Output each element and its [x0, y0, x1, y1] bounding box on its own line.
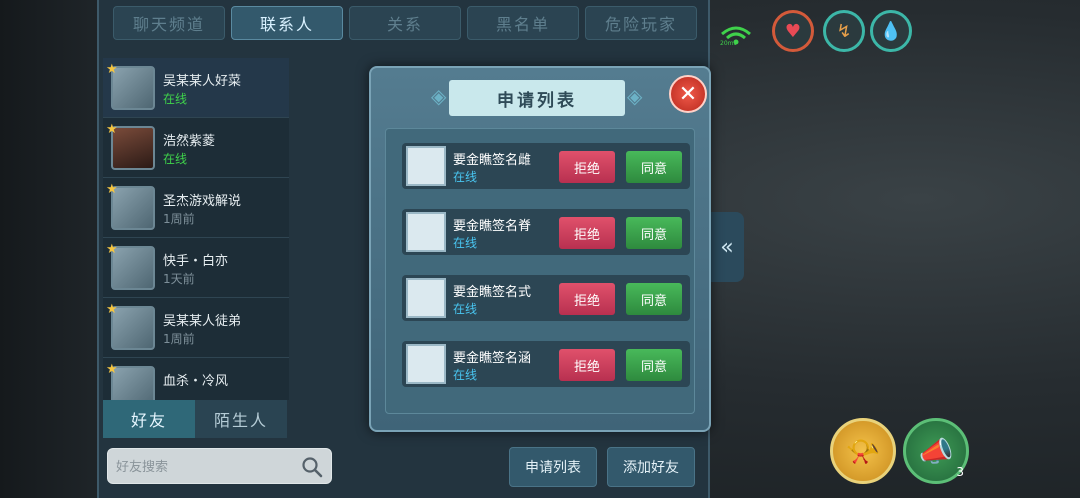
friend-status: 1天前 — [163, 272, 195, 286]
top-tab-bar: 聊天频道 联系人 关系 黑名单 危险玩家 — [113, 6, 697, 40]
request-row: 要金瞧签名雌 在线 拒绝 同意 — [402, 143, 690, 189]
tab-chat-channel[interactable]: 聊天频道 — [113, 6, 225, 40]
wifi-icon — [721, 26, 751, 45]
agree-button[interactable]: 同意 — [626, 151, 682, 183]
friend-list[interactable]: ★ 吴某某人好菜 在线 ★ 浩然紫菱 在线 ★ 圣杰游戏解说 1周前 ★ 快手・… — [103, 58, 289, 400]
megaphone-icon: 📣 — [918, 434, 954, 468]
friend-search — [107, 448, 332, 484]
friend-name: 血杀・冷风 — [163, 374, 229, 389]
request-name: 要金瞧签名式 — [453, 285, 532, 300]
water-icon[interactable]: 💧 — [870, 10, 912, 52]
friend-item[interactable]: ★ 快手・白亦 1天前 — [103, 238, 289, 298]
request-list: 要金瞧签名雌 在线 拒绝 同意 要金瞧签名脊 在线 拒绝 同意 要金瞧签名式 在… — [385, 128, 695, 414]
tab-dangerous-players[interactable]: 危险玩家 — [585, 6, 697, 40]
friend-name: 吴某某人好菜 — [163, 74, 242, 89]
close-icon[interactable]: ✕ — [669, 75, 707, 113]
agree-button[interactable]: 同意 — [626, 217, 682, 249]
friend-status: 在线 — [163, 92, 188, 106]
tab-relationship[interactable]: 关系 — [349, 6, 461, 40]
reject-button[interactable]: 拒绝 — [559, 151, 615, 183]
friend-name: 圣杰游戏解说 — [163, 194, 242, 209]
megaphone-button[interactable]: 📣 3 — [903, 418, 969, 484]
friend-item[interactable]: ★ 圣杰游戏解说 1周前 — [103, 178, 289, 238]
friend-name: 浩然紫菱 — [163, 134, 216, 149]
network-latency: 20ms — [720, 40, 737, 47]
request-list-button[interactable]: 申请列表 — [509, 447, 597, 487]
request-status: 在线 — [453, 236, 478, 250]
heart-icon[interactable]: ♥ — [772, 10, 814, 52]
tab-blacklist[interactable]: 黑名单 — [467, 6, 579, 40]
star-icon: ★ — [106, 122, 118, 137]
star-icon: ★ — [106, 362, 118, 377]
avatar — [406, 212, 446, 252]
collapse-icon[interactable]: « — [710, 212, 744, 282]
agree-button[interactable]: 同意 — [626, 283, 682, 315]
request-status: 在线 — [453, 302, 478, 316]
request-status: 在线 — [453, 170, 478, 184]
add-friend-button[interactable]: 添加好友 — [607, 447, 695, 487]
friend-status: 1周前 — [163, 332, 195, 346]
request-row: 要金瞧签名涵 在线 拒绝 同意 — [402, 341, 690, 387]
request-name: 要金瞧签名雌 — [453, 153, 532, 168]
dialog-title-box: 申请列表 — [449, 80, 625, 116]
friend-status: 在线 — [163, 152, 188, 166]
request-name: 要金瞧签名脊 — [453, 219, 532, 234]
request-row: 要金瞧签名脊 在线 拒绝 同意 — [402, 209, 690, 255]
request-list-dialog: ◈ 申请列表 ◈ ✕ 要金瞧签名雌 在线 拒绝 同意 要金瞧签名脊 在线 拒绝 … — [369, 66, 711, 432]
tab-strangers[interactable]: 陌生人 — [195, 400, 287, 438]
friend-item[interactable]: ★ 血杀・冷风 — [103, 358, 289, 400]
friend-item[interactable]: ★ 吴某某人好菜 在线 — [103, 58, 289, 118]
friend-item[interactable]: ★ 浩然紫菱 在线 — [103, 118, 289, 178]
avatar — [406, 146, 446, 186]
search-input[interactable] — [116, 457, 296, 477]
star-icon: ★ — [106, 242, 118, 257]
reject-button[interactable]: 拒绝 — [559, 283, 615, 315]
tab-contacts[interactable]: 联系人 — [231, 6, 343, 40]
star-icon: ★ — [106, 182, 118, 197]
game-background-left — [0, 0, 100, 498]
friend-item[interactable]: ★ 吴某某人徒弟 1周前 — [103, 298, 289, 358]
horn-count: 3 — [956, 465, 964, 479]
dialog-title: 申请列表 — [497, 90, 577, 111]
friend-name: 快手・白亦 — [163, 254, 229, 269]
stamina-icon[interactable]: ↯ — [823, 10, 865, 52]
avatar — [406, 344, 446, 384]
request-status: 在线 — [453, 368, 478, 382]
avatar — [406, 278, 446, 318]
reject-button[interactable]: 拒绝 — [559, 349, 615, 381]
agree-button[interactable]: 同意 — [626, 349, 682, 381]
horn-icon[interactable]: 📯 — [830, 418, 896, 484]
ornament-icon: ◈ — [627, 84, 643, 108]
reject-button[interactable]: 拒绝 — [559, 217, 615, 249]
star-icon: ★ — [106, 302, 118, 317]
tab-friends[interactable]: 好友 — [103, 400, 195, 438]
friend-name: 吴某某人徒弟 — [163, 314, 242, 329]
search-icon[interactable] — [301, 456, 323, 478]
request-row: 要金瞧签名式 在线 拒绝 同意 — [402, 275, 690, 321]
ornament-icon: ◈ — [431, 84, 447, 108]
star-icon: ★ — [106, 62, 118, 77]
friend-type-tabs: 好友 陌生人 — [103, 400, 287, 438]
request-name: 要金瞧签名涵 — [453, 351, 532, 366]
friend-status: 1周前 — [163, 212, 195, 226]
